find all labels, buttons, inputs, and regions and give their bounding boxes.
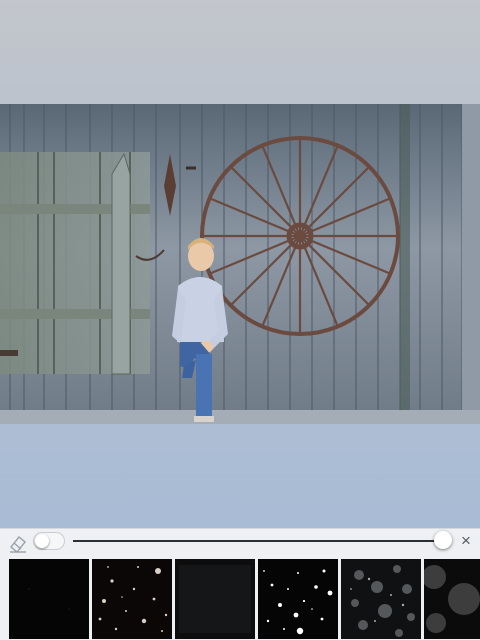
filter-thumbnail-5[interactable] [341, 559, 421, 639]
adjustment-toolbar [0, 528, 480, 559]
overlay-preview [341, 559, 421, 639]
photo-preview[interactable] [0, 104, 480, 424]
intensity-slider-handle[interactable] [434, 531, 452, 549]
filter-thumbnail-2[interactable] [92, 559, 172, 639]
filter-thumbnail-4[interactable] [258, 559, 338, 639]
intensity-slider[interactable] [73, 540, 445, 542]
filter-thumbnail-1[interactable] [9, 559, 89, 639]
photo-image [0, 104, 480, 424]
overlay-preview [92, 559, 172, 639]
overlay-preview [9, 559, 89, 639]
close-icon[interactable]: × [456, 531, 476, 551]
filter-thumbnail-3[interactable] [175, 559, 255, 639]
overlay-preview [258, 559, 338, 639]
toggle-knob [35, 534, 49, 548]
overlay-preview [424, 559, 480, 639]
overlay-preview [175, 559, 255, 639]
overlay-toggle[interactable] [33, 532, 65, 550]
filter-thumbnail-6[interactable] [424, 559, 480, 639]
eraser-icon[interactable] [7, 532, 29, 554]
